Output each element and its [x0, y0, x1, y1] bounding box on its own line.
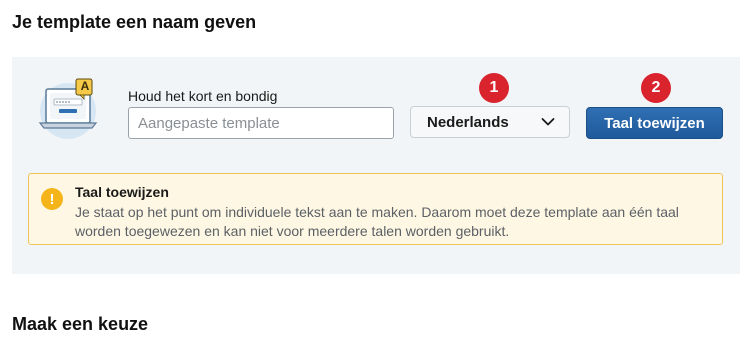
page-title: Je template een naam geven	[12, 12, 257, 32]
illustration-letter: A	[80, 79, 90, 93]
assign-language-button[interactable]: Taal toewijzen	[586, 107, 723, 139]
laptop-template-illustration	[38, 78, 98, 139]
step-badge-2: 2	[641, 73, 671, 103]
chevron-down-icon	[541, 118, 555, 126]
template-name-input[interactable]	[128, 107, 394, 139]
warning-title: Taal toewijzen	[75, 184, 169, 200]
language-selected-value: Nederlands	[427, 113, 509, 131]
template-name-label: Houd het kort en bondig	[128, 88, 278, 104]
step-badge-1: 1	[479, 73, 509, 103]
language-dropdown[interactable]: Nederlands	[410, 106, 570, 138]
warning-icon: !	[41, 188, 63, 210]
assign-language-warning: ! Taal toewijzen Je staat op het punt om…	[28, 173, 723, 245]
section-title-choice: Maak een keuze	[12, 314, 149, 334]
warning-text: Je staat op het punt om individuele teks…	[75, 204, 679, 239]
template-name-panel: A Houd het kort en bondig 1 Nederlands 2…	[12, 57, 740, 274]
